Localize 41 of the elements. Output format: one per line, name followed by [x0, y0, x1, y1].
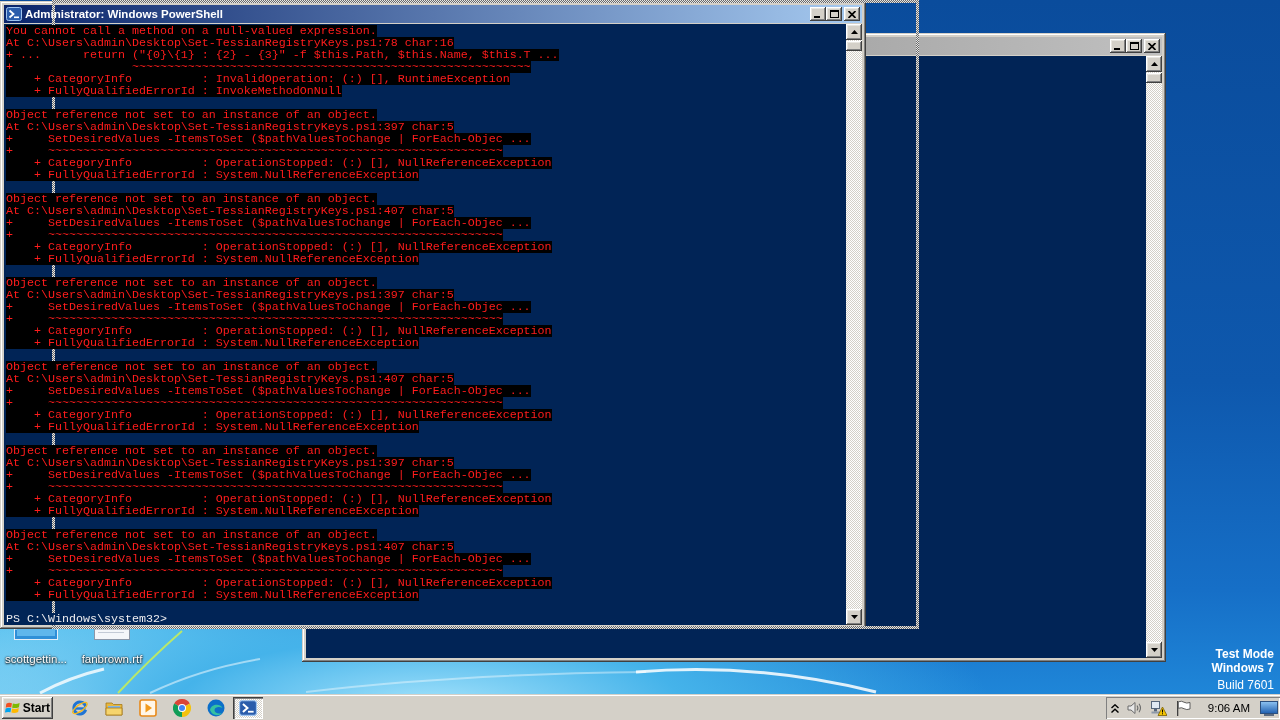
ie-browser-icon[interactable]: [71, 699, 89, 717]
image-file-icon[interactable]: [14, 629, 58, 640]
powershell-icon: [239, 699, 257, 717]
speaker-icon[interactable]: [1126, 700, 1143, 716]
close-button[interactable]: [844, 7, 860, 21]
maximize-button[interactable]: [1126, 39, 1142, 53]
chevron-up-icon[interactable]: [1110, 703, 1119, 713]
down-arrow-icon: [1150, 648, 1158, 652]
chrome-browser-icon[interactable]: [173, 699, 191, 717]
network-warning-icon[interactable]: [1150, 700, 1167, 716]
test-mode-text: Test Mode: [1215, 647, 1274, 661]
scroll-up-button[interactable]: [846, 24, 862, 40]
minimize-icon: [814, 16, 820, 18]
close-icon: [1148, 42, 1156, 50]
minimize-icon: [1114, 48, 1120, 50]
scroll-up-button[interactable]: [1146, 56, 1162, 72]
show-desktop-icon[interactable]: [1260, 700, 1278, 716]
scrollbar-thumb[interactable]: [1146, 73, 1162, 83]
minimize-button[interactable]: [1110, 39, 1126, 53]
taskbar-button[interactable]: [233, 697, 263, 719]
flag-icon[interactable]: [1174, 700, 1191, 716]
windows-edition-text: Windows 7: [1211, 661, 1274, 675]
minimize-button[interactable]: [810, 7, 826, 21]
powershell-icon: [6, 6, 22, 22]
windows-flag-icon: [5, 700, 21, 716]
up-arrow-icon: [1150, 62, 1158, 66]
maximize-icon: [829, 10, 839, 18]
scroll-down-button[interactable]: [1146, 642, 1162, 658]
edge-browser-icon[interactable]: [207, 699, 225, 717]
maximize-icon: [1129, 42, 1139, 50]
close-button[interactable]: [1144, 39, 1160, 53]
build-number-text: Build 7601: [1217, 678, 1274, 692]
maximize-button[interactable]: [826, 7, 842, 21]
close-icon: [848, 10, 856, 18]
scrollbar-thumb[interactable]: [846, 41, 862, 51]
down-arrow-icon: [850, 615, 858, 619]
document-icon[interactable]: [94, 629, 130, 640]
up-arrow-icon: [850, 30, 858, 34]
scroll-down-button[interactable]: [846, 609, 862, 625]
start-button[interactable]: Start: [2, 697, 53, 719]
clock-text[interactable]: 9:06 AM: [1207, 701, 1250, 715]
